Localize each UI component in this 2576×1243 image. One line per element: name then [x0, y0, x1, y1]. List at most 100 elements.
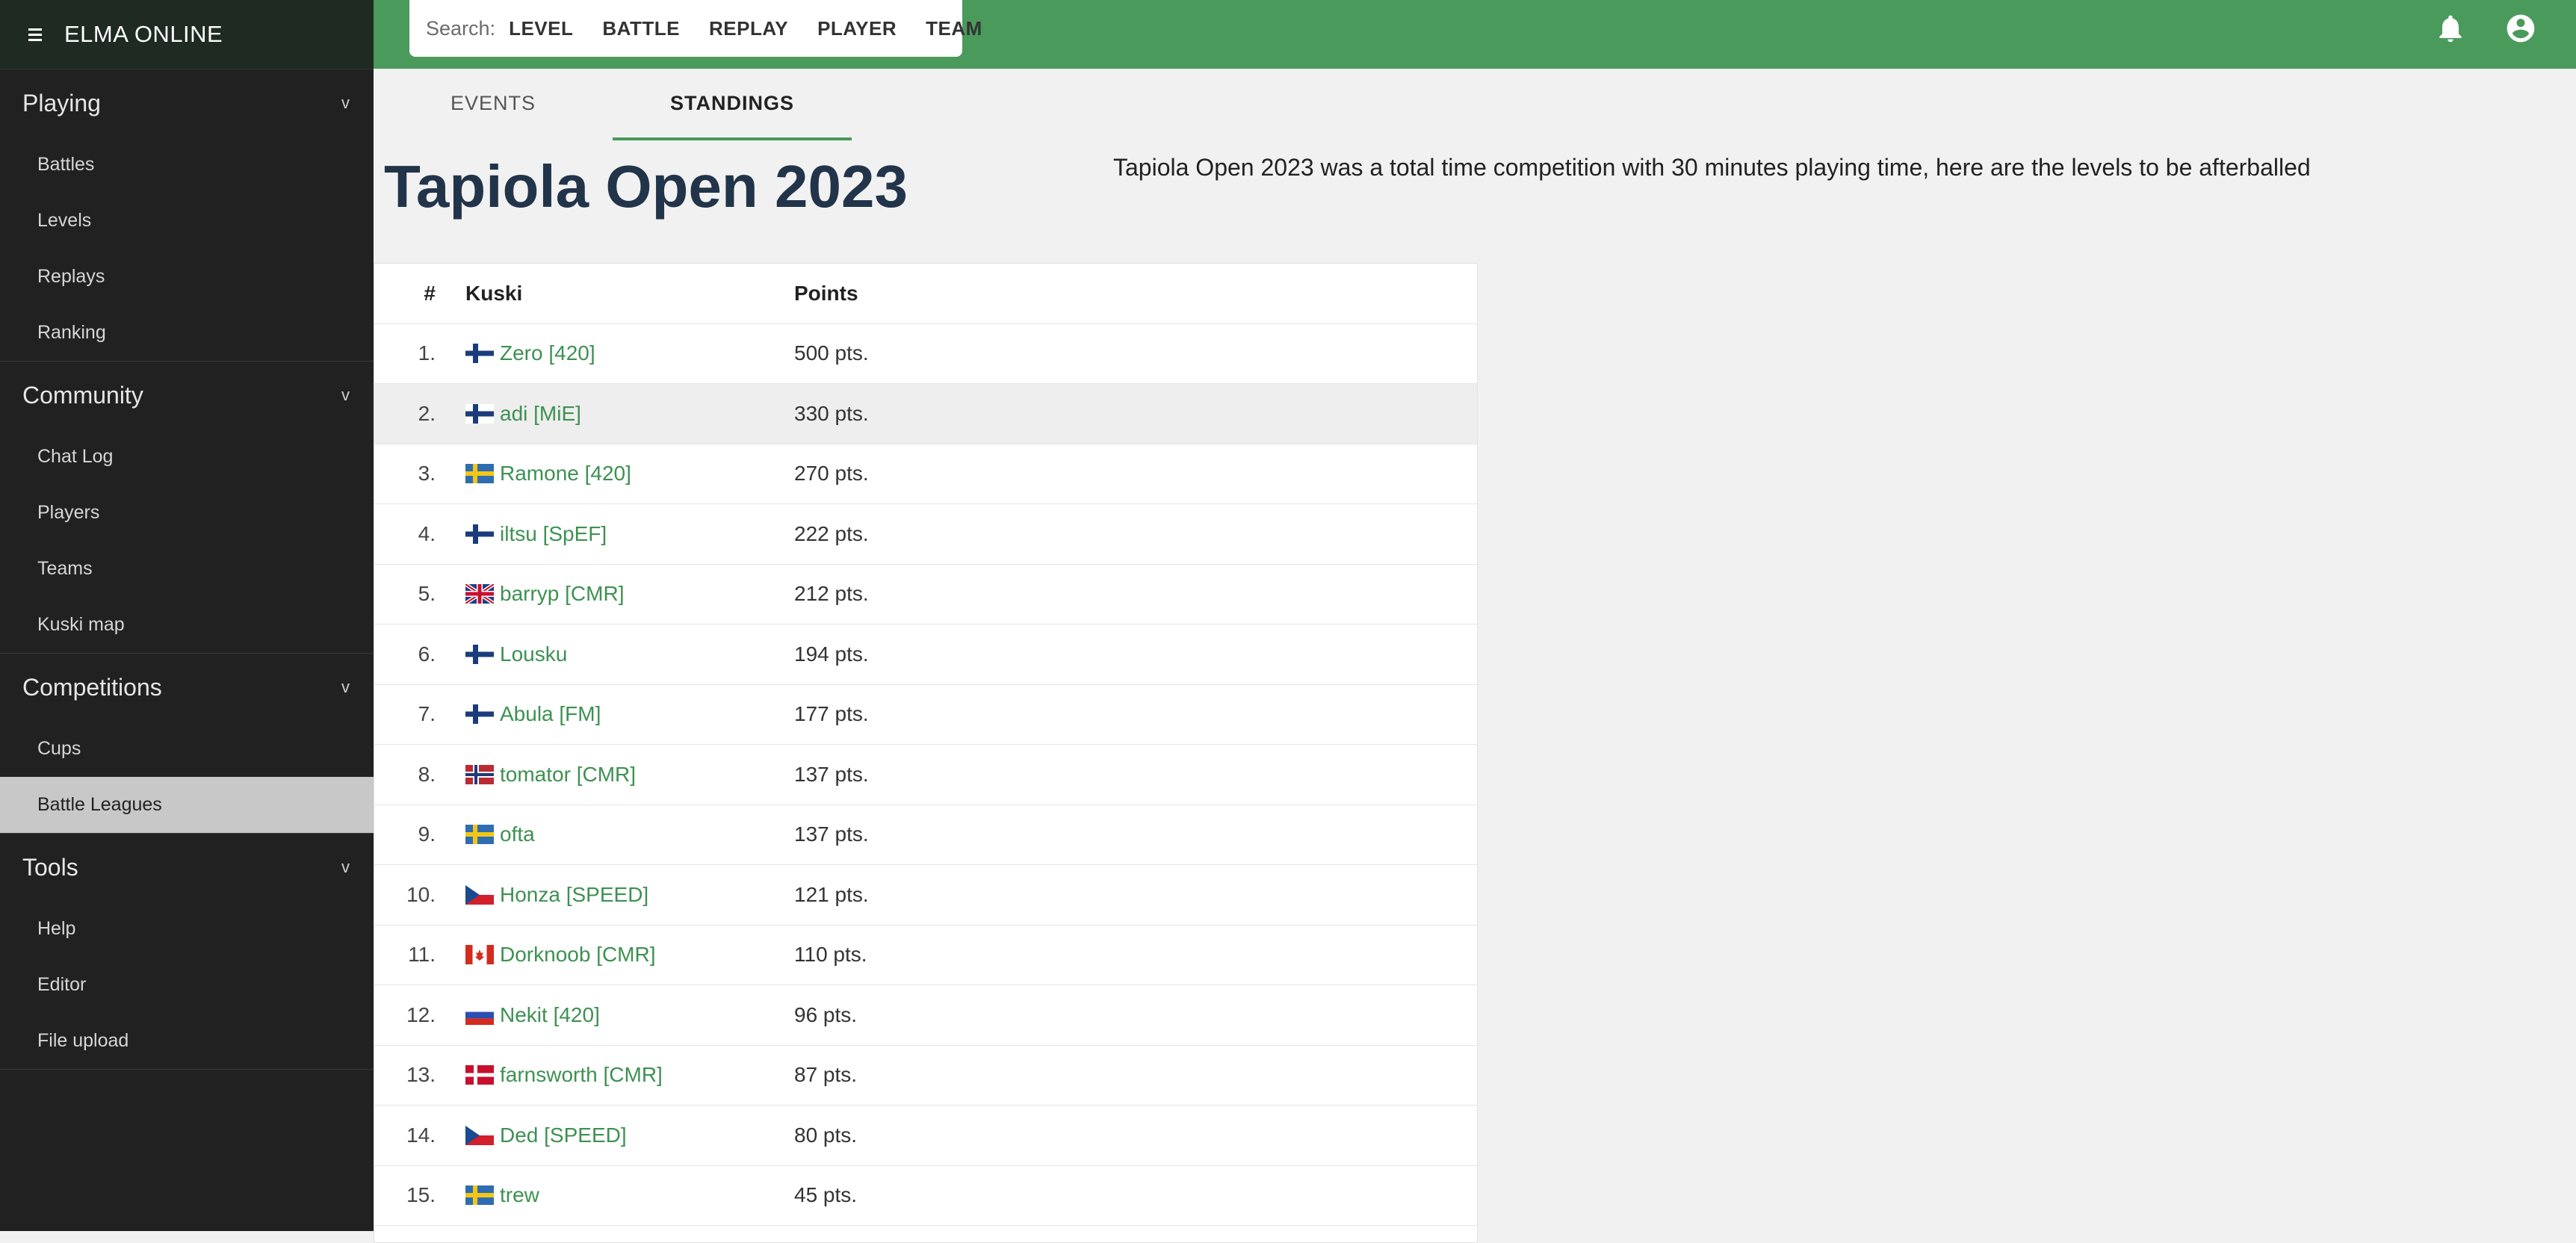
kuski-link[interactable]: trew	[500, 1183, 539, 1207]
kuski-link[interactable]: barryp [CMR]	[500, 582, 624, 606]
account-circle-icon[interactable]	[2504, 12, 2537, 45]
points-cell: 87 pts.	[794, 1063, 858, 1087]
table-row: 6. Lousku 194 pts.	[374, 624, 1477, 685]
flag-finland-icon	[465, 403, 494, 424]
top-bar: Search: LEVEL BATTLE REPLAY PLAYER TEAM	[374, 0, 2576, 69]
flag-russia-icon	[465, 1005, 494, 1025]
sidebar-item-players[interactable]: Players	[0, 485, 374, 541]
rank-cell: 7.	[418, 702, 436, 726]
sidebar-item-levels[interactable]: Levels	[0, 193, 374, 249]
sidebar-item-help[interactable]: Help	[0, 901, 374, 957]
column-header-kuski: Kuski	[465, 281, 523, 305]
kuski-link[interactable]: tomator [CMR]	[500, 763, 636, 787]
kuski-link[interactable]: iltsu [SpEF]	[500, 522, 607, 546]
app-title[interactable]: ELMA ONLINE	[64, 21, 223, 48]
search-option-player[interactable]: PLAYER	[817, 17, 897, 40]
kuski-link[interactable]: Honza [SPEED]	[500, 883, 648, 907]
sidebar-nav: Playing v Battles Levels Replays Ranking Commu…	[0, 69, 374, 1070]
kuski-cell: adi [MiE]	[465, 402, 794, 426]
rank-cell: 13.	[406, 1063, 436, 1087]
kuski-cell: trew	[465, 1183, 794, 1207]
kuski-link[interactable]: Ded [SPEED]	[500, 1123, 627, 1147]
kuski-link[interactable]: Lousku	[500, 642, 567, 666]
sidebar-section-community: Community v Chat Log Players Teams Kuski map	[0, 362, 374, 654]
table-row: 10. Honza [SPEED] 121 pts.	[374, 865, 1477, 926]
kuski-cell: Ded [SPEED]	[465, 1123, 794, 1147]
kuski-link[interactable]: adi [MiE]	[500, 402, 581, 426]
search-option-battle[interactable]: BATTLE	[602, 17, 680, 40]
rank-cell: 14.	[406, 1123, 436, 1147]
sidebar-section-label: Community	[22, 381, 143, 409]
sidebar-section-header-tools[interactable]: Tools v	[0, 834, 374, 901]
flag-finland-icon	[465, 524, 494, 544]
rank-cell: 11.	[408, 943, 436, 967]
kuski-cell: Lousku	[465, 642, 794, 666]
kuski-link[interactable]: Zero [420]	[500, 341, 595, 365]
chevron-down-icon[interactable]: v	[341, 678, 350, 697]
sidebar-section-competitions: Competitions v Cups Battle Leagues	[0, 654, 374, 834]
kuski-link[interactable]: Nekit [420]	[500, 1003, 600, 1027]
chevron-down-icon[interactable]: v	[341, 93, 350, 113]
search-box: Search: LEVEL BATTLE REPLAY PLAYER TEAM	[409, 0, 982, 57]
points-cell: 80 pts.	[794, 1123, 858, 1147]
tab-standings[interactable]: STANDINGS	[613, 69, 852, 140]
sidebar-item-chat-log[interactable]: Chat Log	[0, 429, 374, 485]
sidebar-item-replays[interactable]: Replays	[0, 249, 374, 305]
kuski-cell: Nekit [420]	[465, 1003, 794, 1027]
kuski-link[interactable]: Ramone [420]	[500, 462, 631, 486]
sidebar-section-header-playing[interactable]: Playing v	[0, 69, 374, 137]
flag-sweden-icon	[465, 1185, 494, 1206]
sidebar-section-label: Competitions	[22, 673, 162, 701]
flag-canada-icon	[465, 945, 494, 965]
kuski-cell: Honza [SPEED]	[465, 883, 794, 907]
bell-icon[interactable]	[2434, 12, 2467, 45]
kuski-link[interactable]: Abula [FM]	[500, 702, 601, 726]
search-option-replay[interactable]: REPLAY	[709, 17, 788, 40]
rank-cell: 5.	[418, 582, 436, 606]
chevron-down-icon[interactable]: v	[341, 385, 350, 405]
kuski-cell: Ramone [420]	[465, 462, 794, 486]
search-label: Search:	[426, 16, 496, 40]
sidebar-item-editor[interactable]: Editor	[0, 957, 374, 1013]
tab-events[interactable]: EVENTS	[374, 69, 613, 140]
sidebar-item-ranking[interactable]: Ranking	[0, 305, 374, 361]
flag-norway-icon	[465, 764, 494, 784]
table-row: 11. Dorknoob [CMR] 110 pts.	[374, 926, 1477, 985]
sidebar-item-cups[interactable]: Cups	[0, 721, 374, 777]
search-option-team[interactable]: TEAM	[926, 17, 982, 40]
sidebar-item-battles[interactable]: Battles	[0, 137, 374, 193]
flag-czech-republic-icon	[465, 884, 494, 905]
sidebar-item-battle-leagues[interactable]: Battle Leagues	[0, 777, 374, 833]
points-cell: 177 pts.	[794, 702, 869, 726]
sidebar-item-teams[interactable]: Teams	[0, 541, 374, 597]
points-cell: 110 pts.	[794, 943, 867, 967]
kuski-link[interactable]: farnsworth [CMR]	[500, 1063, 663, 1087]
points-cell: 137 pts.	[794, 822, 869, 846]
flag-finland-icon	[465, 704, 494, 725]
points-cell: 500 pts.	[794, 341, 869, 365]
sidebar-item-file-upload[interactable]: File upload	[0, 1013, 374, 1069]
flag-united-kingdom-icon	[465, 584, 494, 604]
flag-denmark-icon	[465, 1065, 494, 1085]
points-cell: 270 pts.	[794, 462, 869, 486]
sidebar-section-header-competitions[interactable]: Competitions v	[0, 654, 374, 721]
sidebar-section-tools: Tools v Help Editor File upload	[0, 834, 374, 1070]
flag-finland-icon	[465, 644, 494, 664]
kuski-cell: iltsu [SpEF]	[465, 522, 794, 546]
flag-sweden-icon	[465, 825, 494, 845]
sidebar-section-header-community[interactable]: Community v	[0, 362, 374, 429]
table-row: 3. Ramone [420] 270 pts.	[374, 444, 1477, 504]
search-option-level[interactable]: LEVEL	[509, 17, 573, 40]
flag-czech-republic-icon	[465, 1125, 494, 1145]
kuski-link[interactable]: Dorknoob [CMR]	[500, 943, 656, 967]
sidebar-item-kuski-map[interactable]: Kuski map	[0, 597, 374, 653]
column-header-rank: #	[424, 281, 436, 305]
flag-sweden-icon	[465, 464, 494, 484]
table-row: 1. Zero [420] 500 pts.	[374, 324, 1477, 384]
table-body: 1. Zero [420] 500 pts. 2. adi [MiE] 330 pts. 3…	[374, 324, 1477, 1226]
kuski-cell: tomator [CMR]	[465, 763, 794, 787]
hamburger-menu-icon[interactable]	[28, 25, 42, 44]
kuski-link[interactable]: ofta	[500, 822, 535, 846]
flag-finland-icon	[465, 344, 494, 364]
chevron-down-icon[interactable]: v	[341, 858, 350, 877]
